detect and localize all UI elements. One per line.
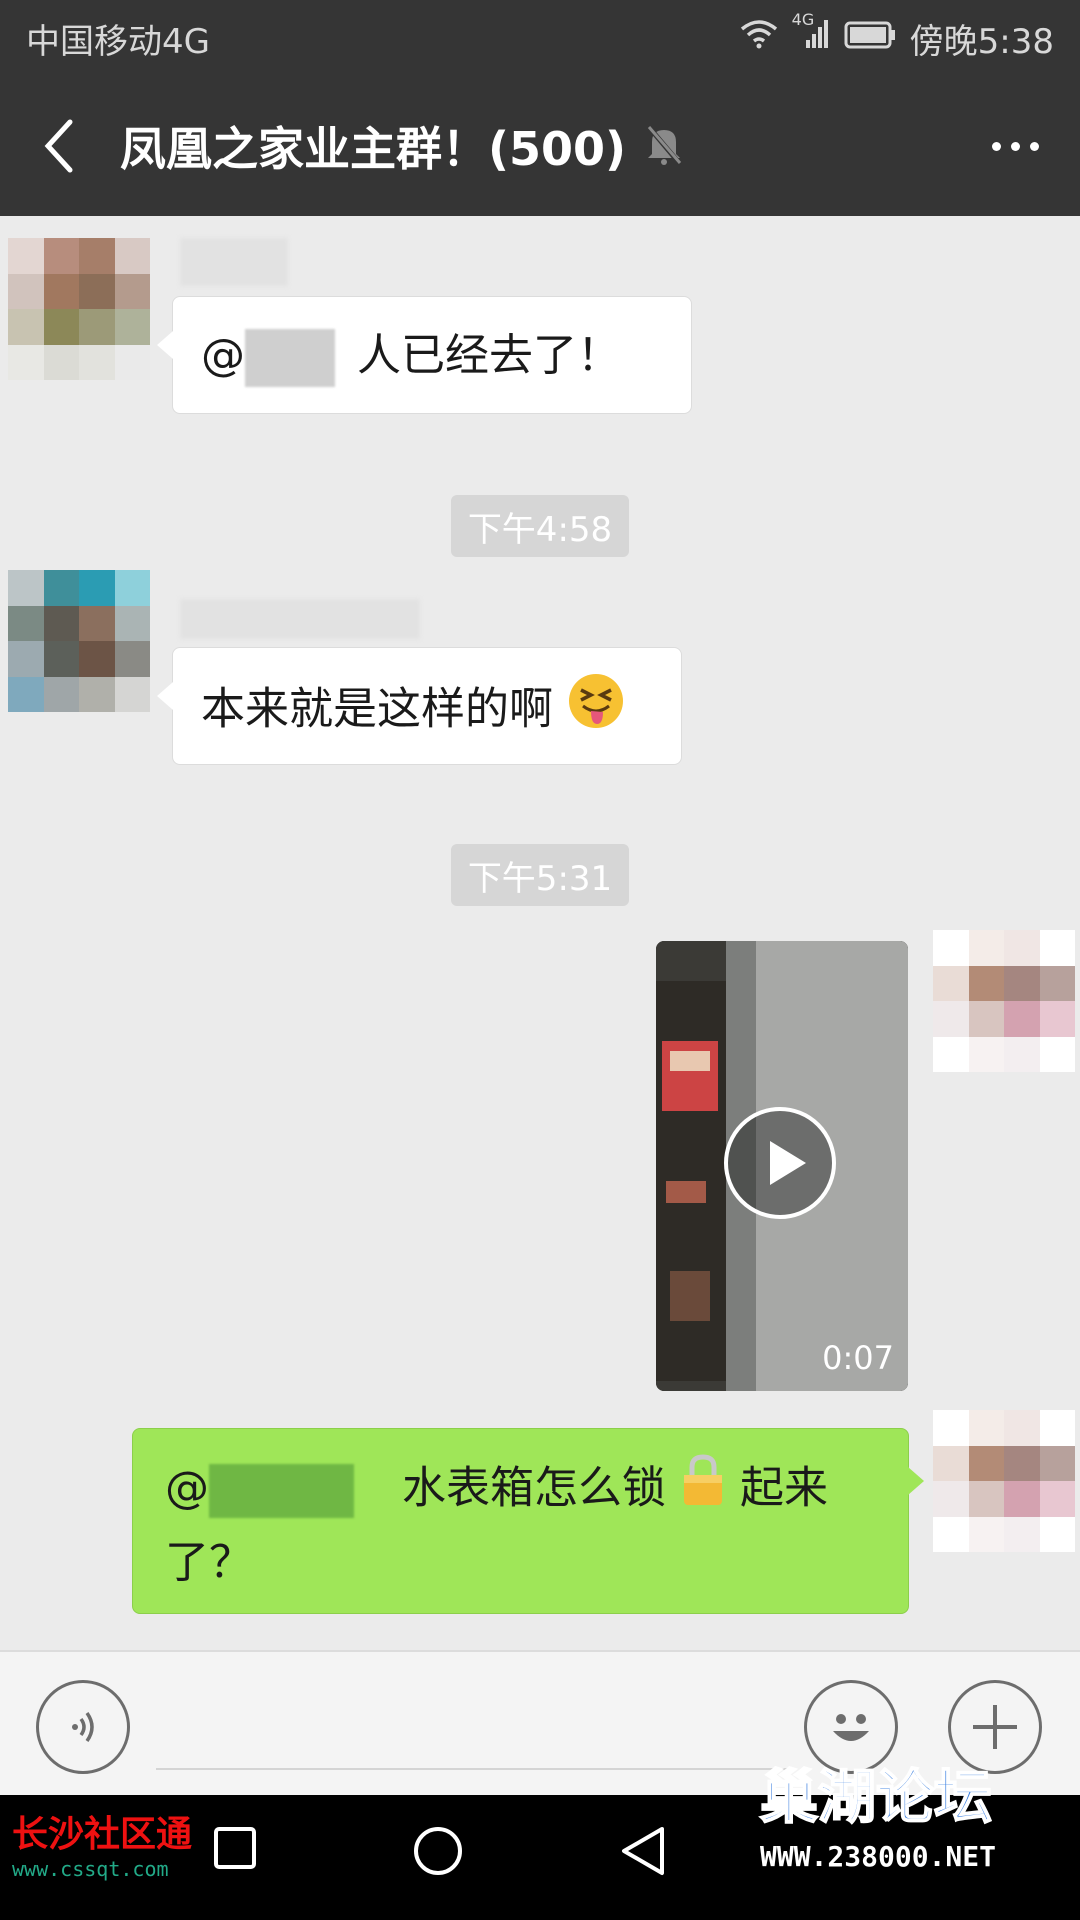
message-input[interactable]	[156, 1768, 796, 1770]
signal-icon: 4G	[792, 10, 830, 59]
avatar[interactable]	[8, 570, 150, 712]
mention-name-blurred	[245, 329, 335, 387]
video-duration: 0:07	[822, 1339, 894, 1377]
own-avatar[interactable]	[933, 930, 1075, 1072]
network-tag: 4G	[791, 9, 815, 29]
message-text: 本来就是这样的啊	[201, 683, 553, 735]
system-nav-bar: 长沙社区通 www.cssqt.com 巢湖论坛 WWW.238000.NET	[0, 1762, 1080, 1920]
status-bar: 中国移动4G 4G 傍晚5:38	[0, 0, 1080, 76]
chat-title: 凤凰之家业主群！(500)	[120, 122, 627, 176]
watermark-left-title: 长沙社区通	[12, 1813, 193, 1855]
nav-back-button[interactable]	[618, 1825, 668, 1881]
chat-header: 凤凰之家业主群！(500)	[0, 76, 1080, 216]
sender-name-blurred	[180, 599, 420, 639]
more-menu-button[interactable]	[950, 76, 1080, 216]
own-avatar[interactable]	[933, 1410, 1075, 1552]
carrier-label: 中国移动4G	[26, 21, 210, 62]
time-divider-text: 下午5:31	[467, 858, 613, 899]
message-line-1: @ 水表箱怎么锁 起来	[165, 1453, 876, 1528]
video-message[interactable]: 0:07	[656, 941, 908, 1391]
circle-icon	[414, 1827, 462, 1875]
message-bubble[interactable]: 本来就是这样的啊	[157, 647, 682, 765]
own-message-bubble[interactable]: @ 水表箱怎么锁 起来 了？	[132, 1428, 924, 1614]
voice-input-button[interactable]	[36, 1680, 130, 1774]
sender-name-blurred	[180, 238, 288, 286]
avatar[interactable]	[8, 238, 150, 380]
voice-wave-icon	[72, 1711, 94, 1743]
square-icon	[214, 1827, 256, 1869]
smiley-icon	[833, 1714, 869, 1741]
chevron-left-icon	[44, 119, 73, 173]
recent-apps-button[interactable]	[212, 1825, 258, 1875]
mention-at: @	[165, 1462, 209, 1514]
chat-area[interactable]: @ 人已经去了！ 下午4:58 本来就是这样的啊 下午5:31 0:07 @ 水…	[0, 216, 1080, 1650]
wifi-icon	[740, 18, 778, 58]
message-text: 水表箱怎么锁	[402, 1462, 666, 1514]
time-divider-text: 下午4:58	[467, 509, 613, 550]
back-button[interactable]	[0, 76, 120, 216]
mention-name-blurred	[209, 1463, 354, 1518]
message-bubble[interactable]: @ 人已经去了！	[157, 296, 692, 414]
plus-icon	[973, 1705, 1017, 1749]
triangle-back-icon	[622, 1827, 664, 1875]
mention-at: @	[201, 330, 245, 381]
watermark-left-url: www.cssqt.com	[12, 1857, 169, 1881]
watermark-right-url: WWW.238000.NET	[760, 1840, 997, 1873]
play-icon[interactable]	[724, 1107, 836, 1219]
dot-icon	[991, 141, 1001, 151]
home-button[interactable]	[412, 1825, 464, 1881]
message-text: 人已经去了！	[357, 330, 621, 381]
time-divider: 下午4:58	[451, 495, 629, 557]
message-text-end: 起来	[740, 1462, 828, 1514]
watermark-right-title: 巢湖论坛	[759, 1762, 993, 1832]
lock-emoji-icon	[680, 1453, 726, 1528]
squinting-tongue-emoji-icon	[567, 672, 625, 751]
battery-icon	[844, 18, 896, 58]
dot-icon	[1029, 141, 1039, 151]
watermark-right: 巢湖论坛 WWW.238000.NET	[759, 1750, 997, 1873]
dot-icon	[1010, 141, 1020, 151]
message-line-2: 了？	[165, 1537, 253, 1588]
clock-label: 傍晚5:38	[909, 21, 1054, 62]
time-divider: 下午5:31	[451, 844, 629, 906]
mute-bell-icon	[644, 122, 684, 170]
watermark-left: 长沙社区通 www.cssqt.com	[12, 1805, 192, 1881]
